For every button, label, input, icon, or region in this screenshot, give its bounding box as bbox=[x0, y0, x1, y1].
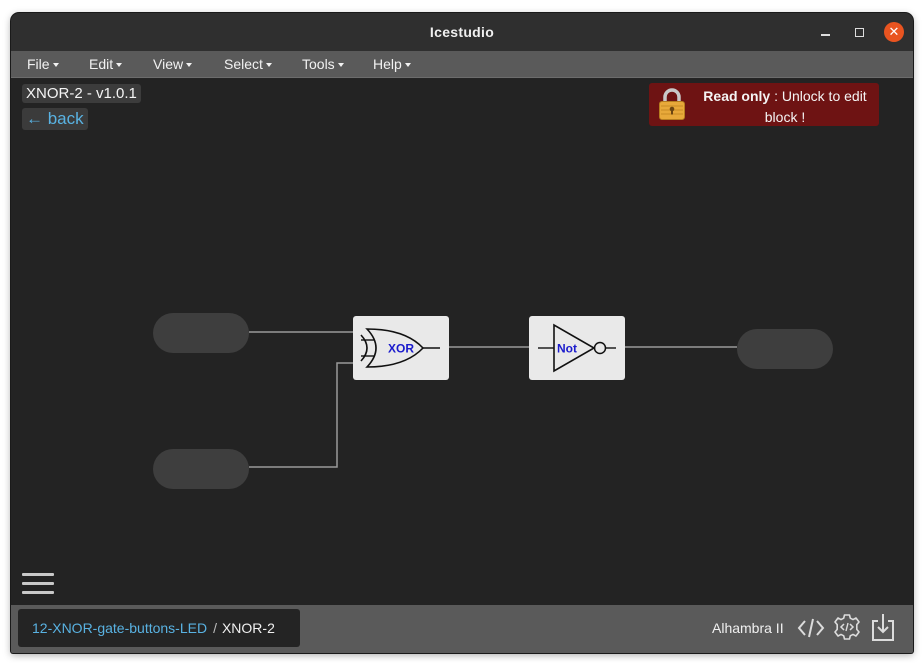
wire-input-b bbox=[249, 362, 354, 468]
input-port-a[interactable] bbox=[153, 313, 249, 353]
readonly-banner[interactable]: Read only : Unlock to edit block ! bbox=[649, 83, 879, 126]
readonly-message: Read only : Unlock to edit block ! bbox=[695, 86, 875, 128]
menu-file-label: File bbox=[27, 56, 50, 72]
readonly-separator: : bbox=[770, 88, 782, 104]
close-button[interactable]: ✕ bbox=[884, 22, 904, 42]
caret-down-icon bbox=[116, 63, 123, 68]
breadcrumb: 12-XNOR-gate-buttons-LED / XNOR-2 bbox=[18, 609, 300, 647]
breadcrumb-current: XNOR-2 bbox=[221, 620, 275, 636]
menu-edit[interactable]: Edit bbox=[89, 56, 123, 72]
download-icon[interactable] bbox=[871, 612, 895, 642]
minimize-button[interactable] bbox=[815, 22, 835, 42]
menu-select-label: Select bbox=[224, 56, 263, 72]
not-gate-block[interactable]: Not bbox=[529, 316, 625, 380]
close-icon: ✕ bbox=[888, 24, 900, 39]
window-title: Icestudio bbox=[429, 24, 495, 40]
menu-select[interactable]: Select bbox=[224, 56, 272, 72]
caret-down-icon bbox=[337, 63, 344, 68]
menu-view[interactable]: View bbox=[153, 56, 193, 72]
xor-gate-icon: XOR bbox=[360, 328, 440, 368]
output-port[interactable] bbox=[737, 329, 833, 369]
minimize-icon bbox=[820, 34, 830, 36]
caret-down-icon bbox=[52, 63, 59, 68]
menu-tools[interactable]: Tools bbox=[302, 56, 344, 72]
maximize-button[interactable] bbox=[849, 22, 869, 42]
code-icon[interactable] bbox=[797, 616, 825, 640]
breadcrumb-parent-link[interactable]: 12-XNOR-gate-buttons-LED bbox=[32, 620, 207, 636]
menu-help-label: Help bbox=[373, 56, 402, 72]
readonly-strong: Read only bbox=[703, 88, 771, 104]
menu-bar: File Edit View Select Tools Help bbox=[11, 51, 913, 78]
design-canvas[interactable]: XNOR-2 - v1.0.1 ← back Read only : Unloc… bbox=[11, 79, 913, 605]
maximize-icon bbox=[854, 27, 864, 37]
not-gate-label: Not bbox=[557, 342, 577, 356]
status-bar: 12-XNOR-gate-buttons-LED / XNOR-2 Alhambra… bbox=[11, 605, 913, 653]
xor-gate-block[interactable]: XOR bbox=[353, 316, 449, 380]
caret-down-icon bbox=[265, 63, 272, 68]
menu-edit-label: Edit bbox=[89, 56, 114, 72]
not-gate-icon: Not bbox=[538, 323, 616, 373]
lock-icon bbox=[659, 88, 685, 120]
board-selector[interactable]: Alhambra II bbox=[712, 620, 784, 636]
block-version-label: XNOR-2 - v1.0.1 bbox=[22, 84, 141, 103]
caret-down-icon bbox=[186, 63, 193, 68]
xor-gate-label: XOR bbox=[388, 342, 414, 356]
input-port-b[interactable] bbox=[153, 449, 249, 489]
hamburger-menu-button[interactable] bbox=[22, 573, 54, 603]
title-bar: Icestudio ✕ bbox=[11, 13, 913, 51]
app-window: Icestudio ✕ File Edit View Select Tools … bbox=[11, 13, 913, 653]
menu-file[interactable]: File bbox=[27, 56, 59, 72]
menu-tools-label: Tools bbox=[302, 56, 335, 72]
menu-help[interactable]: Help bbox=[373, 56, 411, 72]
breadcrumb-separator: / bbox=[213, 620, 217, 636]
menu-view-label: View bbox=[153, 56, 184, 72]
caret-down-icon bbox=[404, 63, 411, 68]
hamburger-icon bbox=[22, 573, 54, 576]
gear-code-icon[interactable] bbox=[833, 613, 861, 641]
back-button[interactable]: ← back bbox=[22, 108, 88, 130]
